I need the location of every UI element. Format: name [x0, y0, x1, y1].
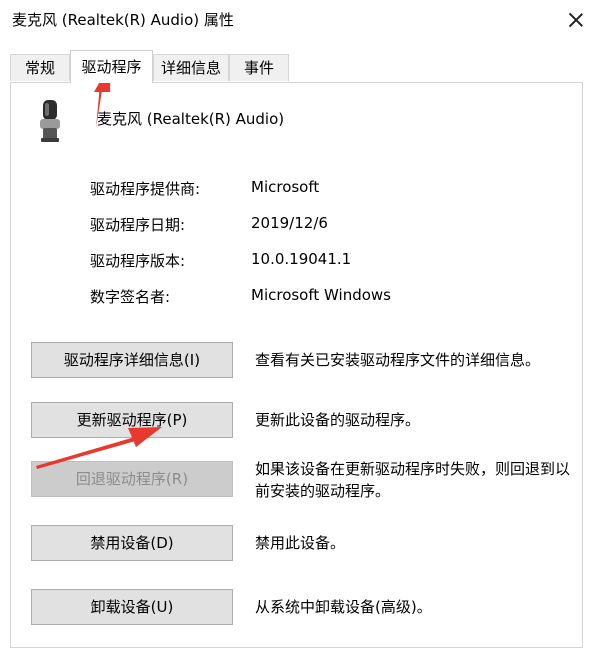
- tab-driver[interactable]: 驱动程序: [70, 50, 153, 83]
- driver-version-label: 驱动程序版本:: [90, 252, 186, 270]
- device-name: 麦克风 (Realtek(R) Audio): [97, 110, 285, 128]
- tab-details[interactable]: 详细信息: [153, 54, 229, 81]
- uninstall-device-button[interactable]: 卸载设备(U): [31, 589, 233, 625]
- uninstall-device-desc: 从系统中卸载设备(高级)。: [255, 598, 432, 616]
- driver-date-label: 驱动程序日期:: [90, 216, 186, 234]
- disable-device-desc: 禁用此设备。: [255, 534, 346, 552]
- update-driver-button[interactable]: 更新驱动程序(P): [31, 402, 233, 438]
- window-title: 麦克风 (Realtek(R) Audio) 属性: [12, 11, 234, 29]
- driver-details-desc: 查看有关已安装驱动程序文件的详细信息。: [255, 351, 541, 369]
- tab-events[interactable]: 事件: [229, 54, 289, 81]
- digital-signer-label: 数字签名者:: [90, 288, 171, 306]
- tab-general[interactable]: 常规: [10, 54, 70, 81]
- tab-strip: 常规 驱动程序 详细信息 事件: [0, 50, 597, 83]
- close-icon[interactable]: [560, 4, 592, 36]
- microphone-icon: [40, 100, 60, 142]
- driver-date-value: 2019/12/6: [251, 214, 328, 232]
- driver-version-value: 10.0.19041.1: [251, 250, 352, 268]
- update-driver-desc: 更新此设备的驱动程序。: [255, 411, 421, 429]
- title-bar: 麦克风 (Realtek(R) Audio) 属性: [0, 0, 597, 40]
- roll-back-driver-button[interactable]: 回退驱动程序(R): [31, 461, 233, 497]
- digital-signer-value: Microsoft Windows: [251, 286, 391, 304]
- driver-details-button[interactable]: 驱动程序详细信息(I): [31, 342, 233, 378]
- driver-provider-value: Microsoft: [251, 178, 320, 196]
- disable-device-button[interactable]: 禁用设备(D): [31, 525, 233, 561]
- roll-back-driver-desc: 如果该设备在更新驱动程序时失败，则回退到以前安装的驱动程序。: [255, 460, 571, 500]
- driver-provider-label: 驱动程序提供商:: [90, 180, 201, 198]
